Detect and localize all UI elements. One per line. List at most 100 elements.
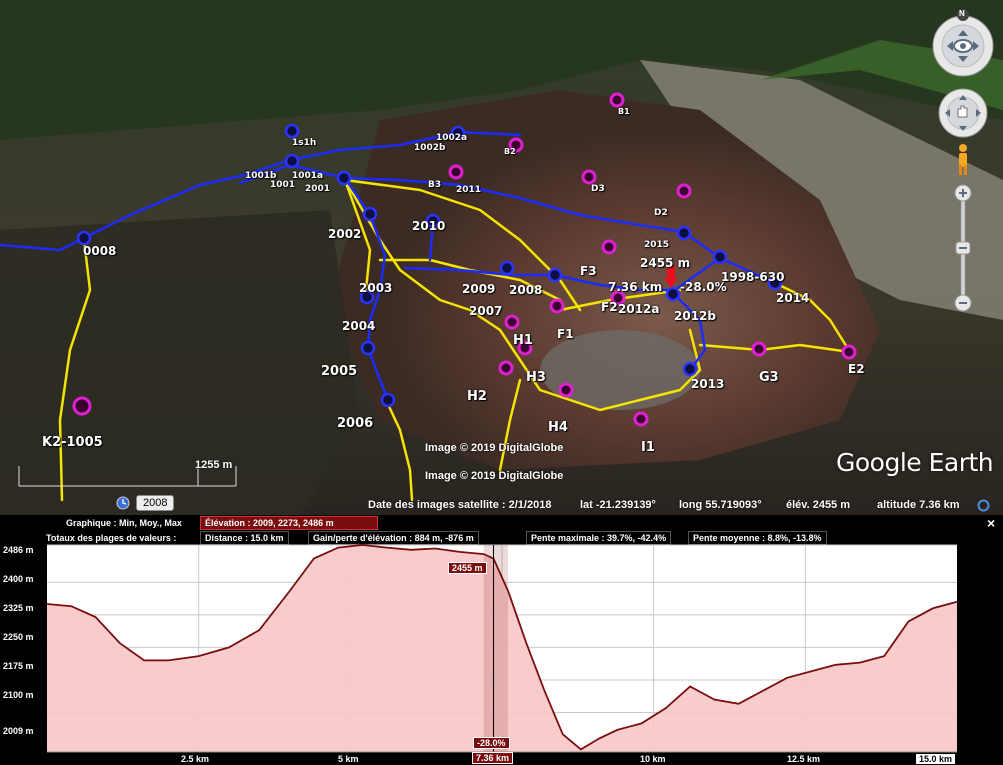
waypoint-label: 1002a (436, 133, 468, 143)
waypoint-label: 2014 (776, 291, 810, 305)
status-bar: Date des images satellite : 2/1/2018 lat… (0, 495, 1003, 515)
cursor-range-highlight (483, 545, 509, 752)
waypoint-marker-blue[interactable] (76, 230, 92, 246)
hand-pan-icon (938, 88, 988, 138)
waypoint-label: F2 (601, 300, 618, 314)
waypoint-label: 1s1h (292, 138, 317, 148)
compass-control[interactable]: N (929, 9, 997, 77)
waypoint-label: E2 (848, 362, 865, 376)
imagery-copyright: Image © 2019 DigitalGlobe (425, 470, 564, 482)
scale-bar-label: 1255 m (195, 459, 233, 471)
waypoint-marker-magenta[interactable] (549, 298, 565, 314)
waypoint-label: G3 (759, 370, 779, 385)
cursor-distance-tag: 7.36 km (472, 752, 514, 764)
waypoint-label: H2 (467, 389, 487, 404)
cursor-slope-label: -28.0% (680, 280, 727, 294)
waypoint-marker-magenta[interactable] (676, 183, 692, 199)
street-view-pegman[interactable] (953, 143, 973, 179)
waypoint-marker-blue[interactable] (676, 225, 692, 241)
waypoint-marker-magenta[interactable] (751, 341, 767, 357)
zoom-slider[interactable] (954, 184, 972, 314)
waypoint-label: 1001 (270, 180, 296, 190)
x-tick-label: 12.5 km (787, 754, 821, 764)
streaming-status-icon (977, 499, 990, 512)
waypoint-label: 1998-630 (721, 270, 785, 284)
waypoint-marker-magenta[interactable] (581, 169, 597, 185)
waypoint-label: 2006 (337, 416, 374, 431)
waypoint-marker-magenta[interactable] (841, 344, 857, 360)
cursor-distance-label: 7.36 km (608, 280, 663, 294)
imagery-date: Date des images satellite : 2/1/2018 (368, 499, 552, 511)
waypoint-marker-magenta[interactable] (498, 360, 514, 376)
waypoint-label: 0008 (83, 244, 117, 258)
waypoint-label: D2 (654, 208, 668, 218)
waypoint-marker-magenta[interactable] (609, 92, 625, 108)
compass-ring-icon (932, 9, 994, 77)
waypoint-label: 2011 (456, 185, 482, 195)
waypoint-label: D3 (591, 184, 605, 194)
waypoint-marker-blue[interactable] (682, 361, 698, 377)
latitude-readout: lat -21.239139° (580, 499, 656, 511)
waypoint-label: H1 (513, 333, 533, 348)
pegman-icon (959, 144, 967, 175)
waypoint-marker-magenta[interactable] (448, 164, 464, 180)
cursor-slope-tag: -28.0% (473, 737, 510, 749)
x-tick-label: 15.0 km (916, 754, 956, 764)
waypoint-label: 2001 (305, 184, 331, 194)
imagery-copyright: Image © 2019 DigitalGlobe (425, 442, 564, 454)
cursor-elevation-tag: 2455 m (448, 562, 487, 574)
waypoint-label: 2013 (691, 377, 725, 391)
elevation-profile-chart[interactable] (0, 515, 1003, 765)
waypoint-label: 2005 (321, 364, 358, 379)
waypoint-label: 1001a (292, 171, 324, 181)
waypoint-label: 2009 (462, 282, 496, 296)
waypoint-marker-blue[interactable] (499, 260, 515, 276)
waypoint-label: I1 (641, 440, 655, 455)
waypoint-marker-blue[interactable] (712, 249, 728, 265)
google-earth-logo: Google Earth (836, 448, 994, 477)
waypoint-label: B3 (428, 180, 442, 190)
x-tick-label: 2.5 km (181, 754, 210, 764)
altitude-readout: altitude 7.36 km (877, 499, 960, 511)
waypoint-label: 2015 (644, 240, 670, 250)
waypoint-marker-blue[interactable] (362, 206, 378, 222)
longitude-readout: long 55.719093° (679, 499, 762, 511)
waypoint-label: 2012b (674, 309, 716, 323)
waypoint-label: F1 (557, 327, 574, 341)
waypoint-marker-magenta[interactable] (72, 396, 92, 416)
cursor-elevation-label: 2455 m (640, 256, 691, 270)
waypoint-label: 2010 (412, 219, 446, 233)
waypoint-label: 2003 (359, 281, 393, 295)
waypoint-marker-magenta[interactable] (504, 314, 520, 330)
scale-bar: 1255 m (18, 459, 238, 488)
waypoint-label: 2007 (469, 304, 503, 318)
waypoint-marker-blue[interactable] (547, 267, 563, 283)
waypoint-label: H3 (526, 370, 546, 385)
waypoint-marker-magenta[interactable] (633, 411, 649, 427)
zoom-slider-track (954, 184, 972, 312)
waypoint-marker-magenta[interactable] (601, 239, 617, 255)
waypoint-marker-blue[interactable] (380, 392, 396, 408)
waypoint-marker-blue[interactable] (360, 340, 376, 356)
waypoint-marker-blue[interactable] (284, 123, 300, 139)
waypoint-marker-blue[interactable] (336, 170, 352, 186)
waypoint-marker-magenta[interactable] (558, 382, 574, 398)
waypoint-label: 2004 (342, 319, 376, 333)
waypoint-marker-blue[interactable] (665, 286, 681, 302)
compass-north-label: N (959, 9, 965, 18)
waypoint-label: B1 (618, 107, 630, 116)
x-tick-label: 10 km (640, 754, 666, 764)
waypoint-label: B2 (504, 147, 516, 156)
waypoint-marker-blue[interactable] (284, 153, 300, 169)
x-tick-label: 5 km (338, 754, 359, 764)
satellite-map-view[interactable]: 1s1h 1002a 1002b 1001a 1001b 1001 2001 0… (0, 0, 1003, 515)
waypoint-label: 2002 (328, 227, 362, 241)
waypoint-label: 2012a (618, 302, 660, 316)
waypoint-label: F3 (580, 264, 597, 278)
waypoint-label: 1002b (414, 143, 446, 153)
elevation-readout: élév. 2455 m (786, 499, 851, 511)
waypoint-label: H4 (548, 420, 568, 435)
waypoint-markers (72, 92, 857, 427)
pan-control[interactable] (937, 87, 989, 139)
waypoint-label: 2008 (509, 283, 543, 297)
